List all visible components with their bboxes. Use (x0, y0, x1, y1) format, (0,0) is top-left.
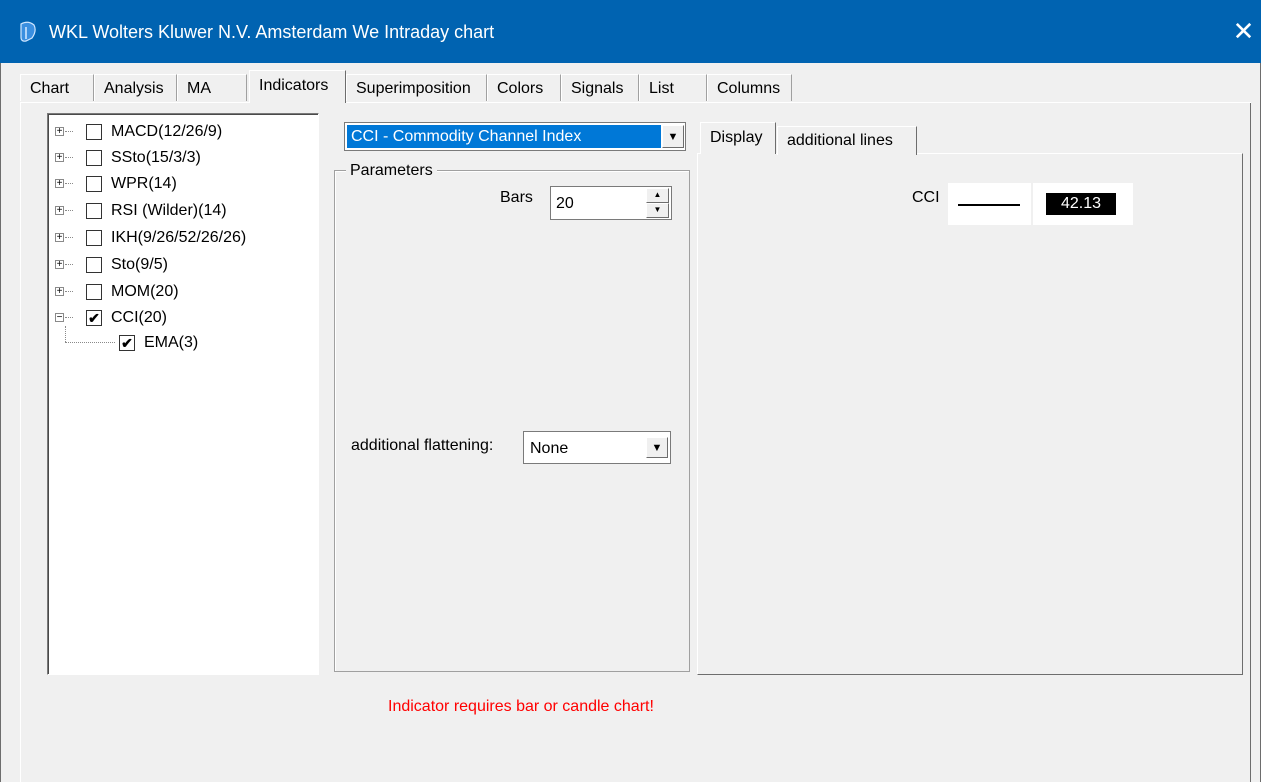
tab-signals[interactable]: Signals (561, 74, 639, 101)
expand-icon[interactable]: + (55, 233, 64, 243)
chevron-down-icon[interactable]: ▼ (646, 437, 668, 458)
tree-connector (65, 326, 66, 342)
checkbox-ssto[interactable] (86, 150, 102, 166)
window-title: WKL Wolters Kluwer N.V. Amsterdam We Int… (49, 22, 495, 42)
tab-display[interactable]: Display (700, 122, 776, 154)
tab-superimposition[interactable]: Superimposition (346, 74, 487, 101)
checkbox-ikh[interactable] (86, 230, 102, 246)
tree-connector (65, 237, 73, 238)
spin-up-icon[interactable]: ▲ (646, 188, 669, 203)
cci-value: 42.13 (1046, 193, 1116, 215)
tree-connector (65, 157, 73, 158)
expand-icon[interactable]: + (55, 153, 64, 163)
tab-list[interactable]: List (639, 74, 707, 101)
tab-ma[interactable]: MA (177, 74, 247, 101)
checkbox-mom[interactable] (86, 284, 102, 300)
checkbox-cci[interactable]: ✔ (86, 310, 102, 326)
tree-connector (65, 183, 73, 184)
warning-message: Indicator requires bar or candle chart! (388, 698, 654, 715)
app-logo-icon (20, 21, 36, 42)
window-border-left (0, 63, 8, 782)
cci-label: CCI (912, 189, 940, 206)
checkbox-wpr[interactable] (86, 176, 102, 192)
checkbox-macd[interactable] (86, 124, 102, 140)
tab-analysis[interactable]: Analysis (94, 74, 177, 101)
window-border-right (1253, 63, 1261, 782)
expand-icon[interactable]: + (55, 287, 64, 297)
tab-chart[interactable]: Chart (20, 74, 94, 101)
tree-item-label: EMA(3) (144, 334, 199, 351)
tree-item-label: MACD(12/26/9) (111, 123, 223, 140)
tree-item-label: MOM(20) (111, 283, 179, 300)
display-panel (697, 153, 1243, 675)
indicator-select-value: CCI - Commodity Channel Index (347, 125, 661, 148)
flattening-label: additional flattening: (351, 437, 494, 454)
line-sample (958, 204, 1020, 206)
spin-down-icon[interactable]: ▼ (646, 203, 669, 218)
flattening-value: None (530, 440, 569, 457)
value-color-swatch[interactable]: 42.13 (1033, 183, 1133, 225)
tree-item-label: IKH(9/26/52/26/26) (111, 229, 247, 246)
tree-connector (65, 342, 115, 343)
bars-value[interactable]: 20 (556, 192, 574, 216)
parameters-legend: Parameters (346, 161, 437, 181)
line-style-swatch[interactable] (948, 183, 1031, 225)
checkbox-rsi[interactable] (86, 203, 102, 219)
tree-item-label: RSI (Wilder)(14) (111, 202, 227, 219)
flattening-select[interactable]: None ▼ (523, 431, 671, 464)
chevron-down-icon[interactable]: ▼ (662, 125, 684, 148)
tree-connector (65, 264, 73, 265)
tab-colors[interactable]: Colors (487, 74, 561, 101)
tree-connector (65, 131, 73, 132)
expand-icon[interactable]: + (55, 127, 64, 137)
tree-connector (65, 291, 73, 292)
expand-icon[interactable]: + (55, 260, 64, 270)
collapse-icon[interactable]: − (55, 313, 64, 323)
tab-additional-lines[interactable]: additional lines (777, 126, 917, 155)
indicator-select[interactable]: CCI - Commodity Channel Index ▼ (344, 122, 686, 151)
tab-indicators[interactable]: Indicators (249, 70, 346, 103)
checkbox-ema[interactable]: ✔ (119, 335, 135, 351)
expand-icon[interactable]: + (55, 179, 64, 189)
tree-item-label: CCI(20) (111, 309, 168, 326)
tree-item-label: Sto(9/5) (111, 256, 168, 273)
tree-connector (65, 317, 73, 318)
bars-stepper[interactable]: 20 ▲ ▼ (550, 186, 672, 220)
close-icon[interactable]: ✕ (1226, 14, 1261, 49)
tree-item-label: WPR(14) (111, 175, 177, 192)
parameters-group (334, 170, 690, 672)
bars-label: Bars (500, 189, 533, 206)
expand-icon[interactable]: + (55, 206, 64, 216)
tab-columns[interactable]: Columns (707, 74, 792, 101)
tree-item-label: SSto(15/3/3) (111, 149, 201, 166)
checkbox-sto[interactable] (86, 257, 102, 273)
tree-connector (65, 210, 73, 211)
